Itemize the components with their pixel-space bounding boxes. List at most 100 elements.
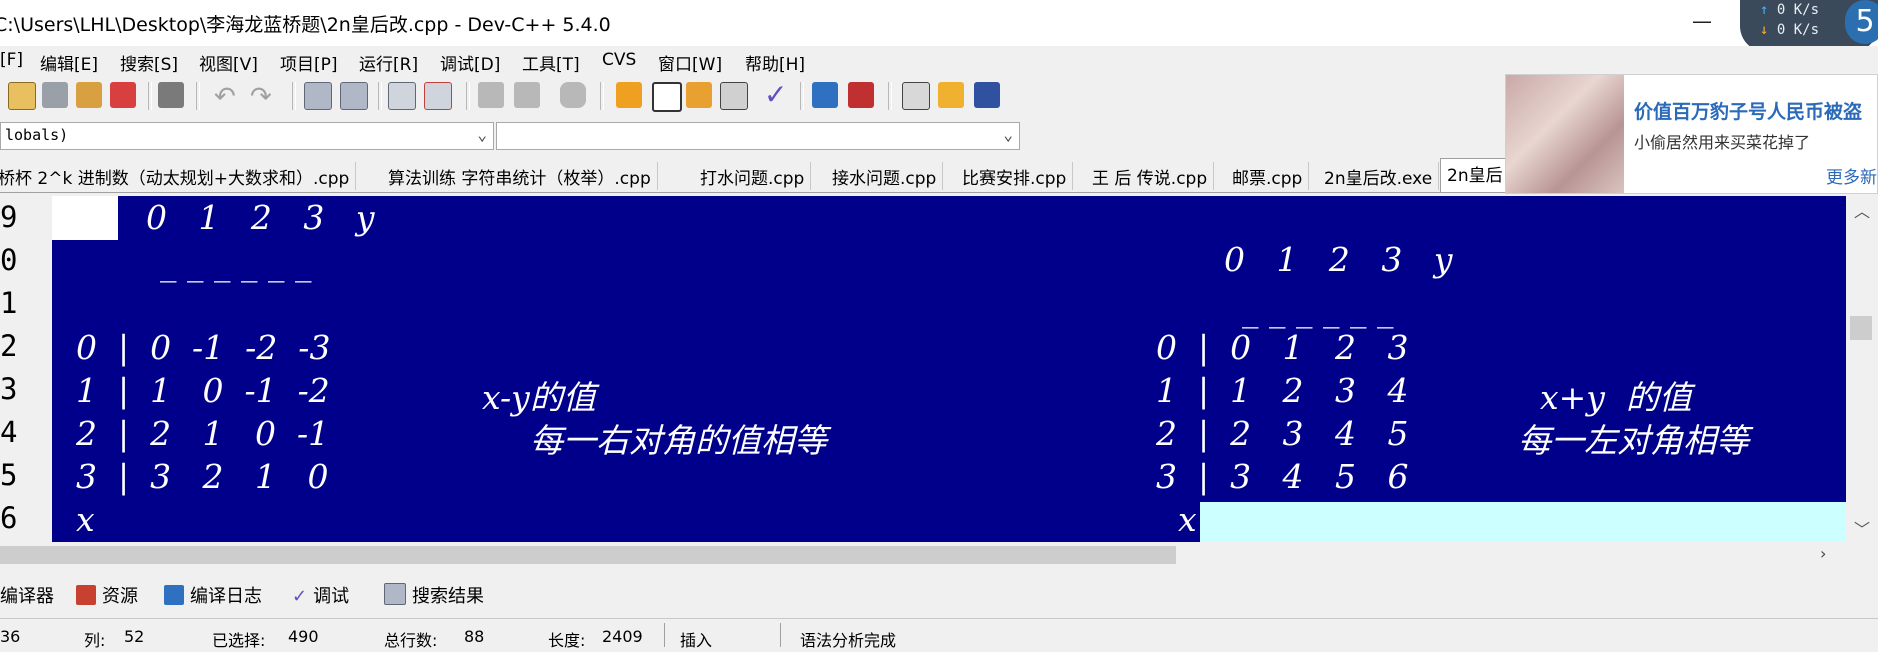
menu-bar: [F] 编辑[E] 搜索[S] 视图[V] 项目[P] 运行[R] 调试[D] … <box>0 46 1878 75</box>
unindent-icon[interactable] <box>424 82 452 110</box>
scope-combo[interactable]: lobals) ⌄ <box>0 122 494 150</box>
save-icon[interactable] <box>42 82 68 108</box>
redo-icon[interactable]: ↷ <box>250 82 272 112</box>
right-row: 0 | 0 1 2 3 <box>1156 328 1409 367</box>
horizontal-scrollbar[interactable]: › <box>0 544 1878 566</box>
compile-icon[interactable] <box>812 82 838 108</box>
news-popup[interactable]: 价值百万豹子号人民币被盗 小偷居然用来买菜花掉了 更多新 <box>1505 74 1878 194</box>
tab-active[interactable]: 2n皇后 <box>1440 158 1510 192</box>
line-number: 0 <box>0 243 18 277</box>
status-len-label: 长度: <box>548 631 586 650</box>
undo-icon[interactable]: ↶ <box>214 82 236 112</box>
selection-end <box>1200 502 1846 542</box>
network-monitor: ↑ 0 K/s ↓ 0 K/s 5 <box>1740 0 1878 52</box>
status-col-value: 52 <box>124 627 145 646</box>
right-header: 0 1 2 3 y <box>1224 240 1453 279</box>
menu-view[interactable]: 视图[V] <box>199 50 258 75</box>
menu-run[interactable]: 运行[R] <box>359 50 418 75</box>
status-col-label: 列: <box>84 631 106 650</box>
menu-cvs[interactable]: CVS <box>602 50 636 70</box>
vertical-scroll-thumb[interactable] <box>1850 316 1872 340</box>
window-icon[interactable] <box>652 82 682 112</box>
member-combo[interactable]: ⌄ <box>496 122 1020 150</box>
goto-line-icon[interactable] <box>560 82 586 108</box>
right-row: 3 | 3 4 5 6 <box>1156 457 1409 496</box>
line-number: 9 <box>0 200 18 234</box>
left-row: 1 | 1 0 -1 -2 <box>76 371 330 410</box>
menu-window[interactable]: 窗口[W] <box>658 50 722 75</box>
news-title[interactable]: 价值百万豹子号人民币被盗 <box>1634 97 1862 124</box>
news-subtitle: 小偷居然用来买菜花掉了 <box>1634 133 1811 152</box>
horizontal-scroll-thumb[interactable] <box>0 546 1176 564</box>
print-icon[interactable] <box>158 82 184 108</box>
save-all-icon[interactable] <box>76 82 102 108</box>
bookmark-prev-icon[interactable] <box>478 82 504 108</box>
upload-speed: 0 K/s <box>1776 2 1820 18</box>
menu-debug[interactable]: 调试[D] <box>440 50 500 75</box>
chevron-down-icon: ⌄ <box>477 125 487 144</box>
line-number: 1 <box>0 286 18 320</box>
minimize-button[interactable]: — <box>1682 6 1722 36</box>
open-icon[interactable] <box>8 82 36 110</box>
about-icon[interactable] <box>974 82 1000 108</box>
menu-project[interactable]: 项目[P] <box>280 50 338 75</box>
status-total-value: 88 <box>464 627 485 646</box>
debug-icon[interactable] <box>902 82 930 110</box>
status-mode: 插入 <box>680 631 713 650</box>
chart-icon <box>164 585 184 605</box>
menu-file[interactable]: [F] <box>0 50 23 70</box>
add-watch-icon[interactable] <box>938 82 964 108</box>
bottom-panel-tabs: 编译器 资源 编译日志 ✓ 调试 搜索结果 <box>0 576 1878 610</box>
tab-file[interactable]: 王 后 传说.cpp <box>1086 162 1215 190</box>
scroll-up-icon[interactable]: ︿ <box>1854 198 1870 222</box>
toolbar: ↶ ↷ ✓ <box>0 76 1500 116</box>
stop-icon[interactable] <box>848 82 874 108</box>
code-editor[interactable]: 0 1 2 3 y _ _ _ _ _ _ 0 | 0 -1 -2 -3 1 |… <box>52 196 1846 542</box>
bookmark-next-icon[interactable] <box>514 82 540 108</box>
search-icon <box>384 583 406 605</box>
tab-debug-label: 调试 <box>313 586 350 607</box>
tab-compiler[interactable]: 编译器 <box>0 582 54 608</box>
left-underline: _ _ _ _ _ _ <box>160 244 312 283</box>
line-number: 2 <box>0 329 18 363</box>
tab-search-results[interactable]: 搜索结果 <box>384 582 484 608</box>
find-icon[interactable] <box>304 82 332 110</box>
menu-search[interactable]: 搜索[S] <box>120 50 178 75</box>
news-more-link[interactable]: 更多新 <box>1826 163 1877 188</box>
check-syntax-icon[interactable]: ✓ <box>764 78 787 111</box>
status-parse: 语法分析完成 <box>800 631 897 650</box>
vertical-scrollbar[interactable]: ︿ ﹀ <box>1846 196 1878 542</box>
upload-arrow-icon: ↑ <box>1760 2 1769 18</box>
right-underline: _ _ _ _ _ _ <box>1242 290 1394 329</box>
close-file-icon[interactable] <box>110 82 136 108</box>
left-x: x <box>76 500 95 539</box>
status-sel-value: 490 <box>288 627 319 646</box>
scroll-down-icon[interactable]: ﹀ <box>1854 516 1870 540</box>
tab-resources[interactable]: 资源 <box>76 582 138 608</box>
replace-icon[interactable] <box>340 82 368 110</box>
menu-tools[interactable]: 工具[T] <box>522 50 580 75</box>
tab-file[interactable]: 桥杯 2^k 进制数（动太规划+大数求和）.cpp <box>0 162 357 190</box>
tab-compiler-label: 编译器 <box>0 586 54 607</box>
menu-help[interactable]: 帮助[H] <box>745 50 805 75</box>
grid-icon[interactable] <box>720 82 748 110</box>
tab-file[interactable]: 2n皇后改.exe <box>1318 162 1440 190</box>
scroll-right-icon[interactable]: › <box>1820 544 1826 563</box>
news-image <box>1506 75 1624 193</box>
tab-file[interactable]: 算法训练 字符串统计（枚举）.cpp <box>382 162 658 190</box>
new-project-icon[interactable] <box>616 82 642 108</box>
tab-debug[interactable]: ✓ 调试 <box>292 582 349 608</box>
left-header: 0 1 2 3 y <box>146 198 375 237</box>
tab-compile-log[interactable]: 编译日志 <box>164 582 262 608</box>
indent-icon[interactable] <box>388 82 416 110</box>
class-browser-icon[interactable] <box>686 82 712 108</box>
check-icon: ✓ <box>292 586 308 607</box>
tab-file[interactable]: 打水问题.cpp <box>694 162 812 190</box>
menu-edit[interactable]: 编辑[E] <box>40 50 98 75</box>
tab-file[interactable]: 接水问题.cpp <box>826 162 944 190</box>
download-speed: 0 K/s <box>1776 22 1820 38</box>
left-note: 每一右对角的值相等 <box>530 421 827 460</box>
tab-file[interactable]: 邮票.cpp <box>1226 162 1310 190</box>
tab-file[interactable]: 比赛安排.cpp <box>956 162 1074 190</box>
tab-resources-label: 资源 <box>102 586 138 607</box>
